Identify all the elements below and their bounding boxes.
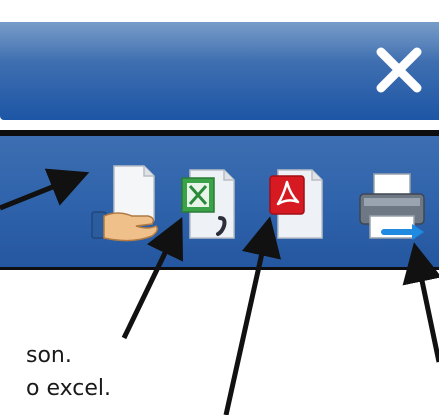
annotation-text-line-1: son. <box>26 343 72 368</box>
export-pdf-button[interactable] <box>264 164 332 250</box>
screenshot-canvas: son. o excel. <box>0 0 439 415</box>
print-icon <box>359 173 425 240</box>
annotation-text-line-2: o excel. <box>26 376 111 401</box>
share-document-icon <box>91 165 159 242</box>
window-title-bar <box>0 22 439 120</box>
pdf-export-icon <box>269 169 323 239</box>
close-button[interactable] <box>373 44 425 96</box>
export-excel-button[interactable] <box>176 164 244 250</box>
share-document-button[interactable] <box>88 160 160 252</box>
excel-export-icon <box>181 169 235 239</box>
export-toolbar <box>0 130 439 270</box>
print-button[interactable] <box>354 170 434 250</box>
close-icon <box>376 47 422 93</box>
